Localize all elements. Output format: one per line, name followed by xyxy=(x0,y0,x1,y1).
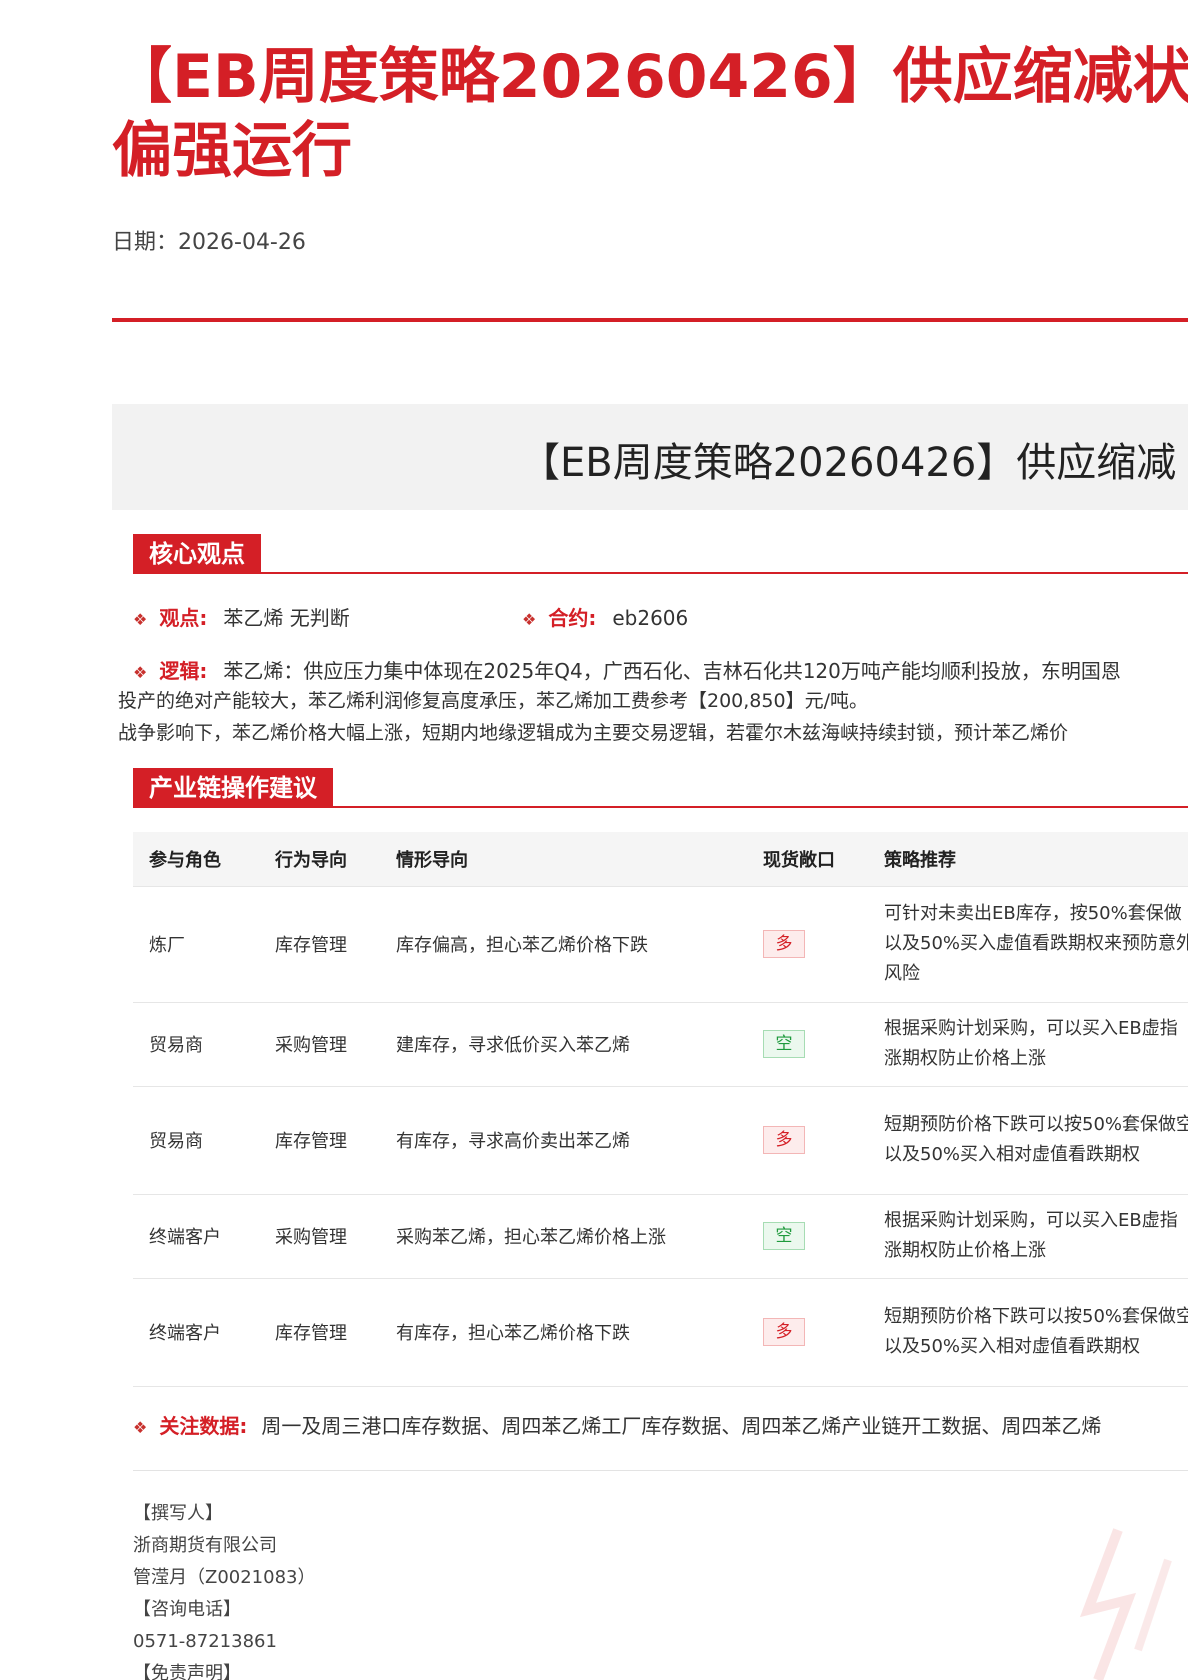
disclaimer-label: 【免责声明】 xyxy=(133,1663,241,1680)
cell-strategy: 根据采购计划采购，可以买入EB虚指 涨期权防止价格上涨 xyxy=(868,1001,1188,1086)
section-header-core-view: 核心观点 xyxy=(133,534,1188,574)
cell-situation: 有库存，寻求高价卖出苯乙烯 xyxy=(380,1085,747,1194)
logic-row: ❖ 逻辑: 苯乙烯：供应压力集中体现在2025年Q4，广西石化、吉林石化共120万吨… xyxy=(133,655,1121,684)
cell-exposure: 多 xyxy=(747,1277,868,1387)
cell-behavior: 库存管理 xyxy=(259,1277,380,1387)
table-row: 炼厂 库存管理 库存偏高，担心苯乙烯价格下跌 多 可针对未卖出EB库存，按50%… xyxy=(133,885,1188,1002)
cell-exposure: 空 xyxy=(747,1001,868,1086)
table-row: 贸易商 库存管理 有库存，寻求高价卖出苯乙烯 多 短期预防价格下跌可以按50%套… xyxy=(133,1085,1188,1194)
watch-data-row: ❖ 关注数据: 周一及周三港口库存数据、周四苯乙烯工厂库存数据、周四苯乙烯产业链开工… xyxy=(133,1410,1101,1439)
logic-line-1: 苯乙烯：供应压力集中体现在2025年Q4，广西石化、吉林石化共120万吨产能均顺… xyxy=(223,659,1121,683)
cell-behavior: 库存管理 xyxy=(259,885,380,1002)
header-strategy: 策略推荐 xyxy=(868,832,1188,886)
cell-role: 炼厂 xyxy=(133,885,259,1002)
cell-behavior: 采购管理 xyxy=(259,1001,380,1086)
table-header-row: 参与角色 行为导向 情形导向 现货敞口 策略推荐 xyxy=(133,832,1188,886)
exposure-badge: 空 xyxy=(763,1030,805,1058)
bullet-icon: ❖ xyxy=(522,610,537,629)
cell-strategy: 可针对未卖出EB库存，按50%套保做 以及50%买入虚值看跌期权来预防意外 风险 xyxy=(868,885,1188,1002)
strategy-line: 涨期权防止价格上涨 xyxy=(884,1048,1046,1069)
cell-situation: 建库存，寻求低价买入苯乙烯 xyxy=(380,1001,747,1086)
strategy-line: 根据采购计划采购，可以买入EB虚指 xyxy=(884,1018,1178,1039)
title-line-1: 【EB周度策略20260426】供应缩减状态持 xyxy=(112,42,1188,112)
cell-role: 终端客户 xyxy=(133,1193,259,1278)
report-banner: 【EB周度策略20260426】供应缩减 xyxy=(112,404,1188,510)
bullet-icon: ❖ xyxy=(133,610,148,629)
date-value: 2026-04-26 xyxy=(178,230,306,255)
header-behavior: 行为导向 xyxy=(259,832,380,886)
strategy-line: 涨期权防止价格上涨 xyxy=(884,1240,1046,1261)
view-value: 苯乙烯 无判断 xyxy=(223,606,350,630)
strategy-line: 可针对未卖出EB库存，按50%套保做 xyxy=(884,903,1182,924)
cell-exposure: 空 xyxy=(747,1193,868,1278)
watch-value: 周一及周三港口库存数据、周四苯乙烯工厂库存数据、周四苯乙烯产业链开工数据、周四苯… xyxy=(261,1414,1102,1438)
cell-strategy: 短期预防价格下跌可以按50%套保做空 以及50%买入相对虚值看跌期权 xyxy=(868,1085,1188,1194)
cell-role: 贸易商 xyxy=(133,1085,259,1194)
section-title-ops: 产业链操作建议 xyxy=(133,768,333,808)
phone-number: 0571-87213861 xyxy=(133,1631,277,1652)
logic-line-3: 战争影响下，苯乙烯价格大幅上涨，短期内地缘逻辑成为主要交易逻辑，若霍尔木兹海峡持… xyxy=(118,722,1069,744)
cell-behavior: 采购管理 xyxy=(259,1193,380,1278)
header-role: 参与角色 xyxy=(133,832,259,886)
cell-exposure: 多 xyxy=(747,885,868,1002)
ops-table: 参与角色 行为导向 情形导向 现货敞口 策略推荐 炼厂 库存管理 库存偏高，担心… xyxy=(133,832,1188,1387)
cell-exposure: 多 xyxy=(747,1085,868,1194)
phone-label: 【咨询电话】 xyxy=(133,1599,241,1620)
cell-situation: 有库存，担心苯乙烯价格下跌 xyxy=(380,1277,747,1387)
table-row: 贸易商 采购管理 建库存，寻求低价买入苯乙烯 空 根据采购计划采购，可以买入EB… xyxy=(133,1001,1188,1086)
banner-title: 【EB周度策略20260426】供应缩减 xyxy=(520,440,1177,486)
title-divider xyxy=(112,318,1188,322)
logic-label: 逻辑: xyxy=(159,659,208,683)
contract-label: 合约: xyxy=(548,606,597,630)
date-label: 日期： xyxy=(112,230,179,255)
footer-divider xyxy=(133,1470,1188,1471)
section-header-ops: 产业链操作建议 xyxy=(133,768,1188,808)
page-title: 【EB周度策略20260426】供应缩减状态持 偏强运行 xyxy=(112,40,1188,188)
cell-behavior: 库存管理 xyxy=(259,1085,380,1194)
author-name: 管滢月（Z0021083） xyxy=(133,1567,316,1588)
cell-strategy: 根据采购计划采购，可以买入EB虚指 涨期权防止价格上涨 xyxy=(868,1193,1188,1278)
table-row: 终端客户 库存管理 有库存，担心苯乙烯价格下跌 多 短期预防价格下跌可以按50%… xyxy=(133,1277,1188,1387)
report-page: 【EB周度策略20260426】供应缩减状态持 偏强运行 日期：2026-04-… xyxy=(0,0,1188,1680)
strategy-line: 短期预防价格下跌可以按50%套保做空 xyxy=(884,1114,1188,1135)
exposure-badge: 多 xyxy=(763,1318,805,1346)
view-label: 观点: xyxy=(159,606,208,630)
watermark-graphic xyxy=(968,1500,1188,1680)
exposure-badge: 多 xyxy=(763,1126,805,1154)
cell-role: 终端客户 xyxy=(133,1277,259,1387)
view-row: ❖ 观点: 苯乙烯 无判断 xyxy=(133,602,350,631)
cell-situation: 采购苯乙烯，担心苯乙烯价格上涨 xyxy=(380,1193,747,1278)
bullet-icon: ❖ xyxy=(133,1418,148,1437)
strategy-line: 以及50%买入虚值看跌期权来预防意外 xyxy=(884,933,1188,954)
cell-strategy: 短期预防价格下跌可以按50%套保做空 以及50%买入相对虚值看跌期权 xyxy=(868,1277,1188,1387)
contract-value: eb2606 xyxy=(612,606,689,630)
cell-role: 贸易商 xyxy=(133,1001,259,1086)
writer-label: 【撰写人】 xyxy=(133,1503,223,1524)
logic-line-2: 投产的绝对产能较大，苯乙烯利润修复高度承压，苯乙烯加工费参考【200,850】元… xyxy=(118,690,868,712)
company-name: 浙商期货有限公司 xyxy=(133,1535,277,1556)
header-exposure: 现货敞口 xyxy=(747,832,868,886)
bullet-icon: ❖ xyxy=(133,663,148,682)
header-situation: 情形导向 xyxy=(380,832,747,886)
contract-row: ❖ 合约: eb2606 xyxy=(522,602,688,631)
exposure-badge: 空 xyxy=(763,1222,805,1250)
table-row: 终端客户 采购管理 采购苯乙烯，担心苯乙烯价格上涨 空 根据采购计划采购，可以买… xyxy=(133,1193,1188,1278)
exposure-badge: 多 xyxy=(763,930,805,958)
title-line-2: 偏强运行 xyxy=(112,116,352,186)
watch-label: 关注数据: xyxy=(159,1414,248,1438)
strategy-line: 风险 xyxy=(884,963,920,984)
publish-date: 日期：2026-04-26 xyxy=(112,224,306,256)
strategy-line: 根据采购计划采购，可以买入EB虚指 xyxy=(884,1210,1178,1231)
cell-situation: 库存偏高，担心苯乙烯价格下跌 xyxy=(380,885,747,1002)
section-title-core-view: 核心观点 xyxy=(133,534,261,574)
footer-info: 【撰写人】 浙商期货有限公司 管滢月（Z0021083） 【咨询电话】 0571… xyxy=(133,1498,316,1680)
watermark-icon xyxy=(1079,1528,1172,1680)
strategy-line: 以及50%买入相对虚值看跌期权 xyxy=(884,1144,1141,1165)
strategy-line: 短期预防价格下跌可以按50%套保做空 xyxy=(884,1306,1188,1327)
strategy-line: 以及50%买入相对虚值看跌期权 xyxy=(884,1336,1141,1357)
